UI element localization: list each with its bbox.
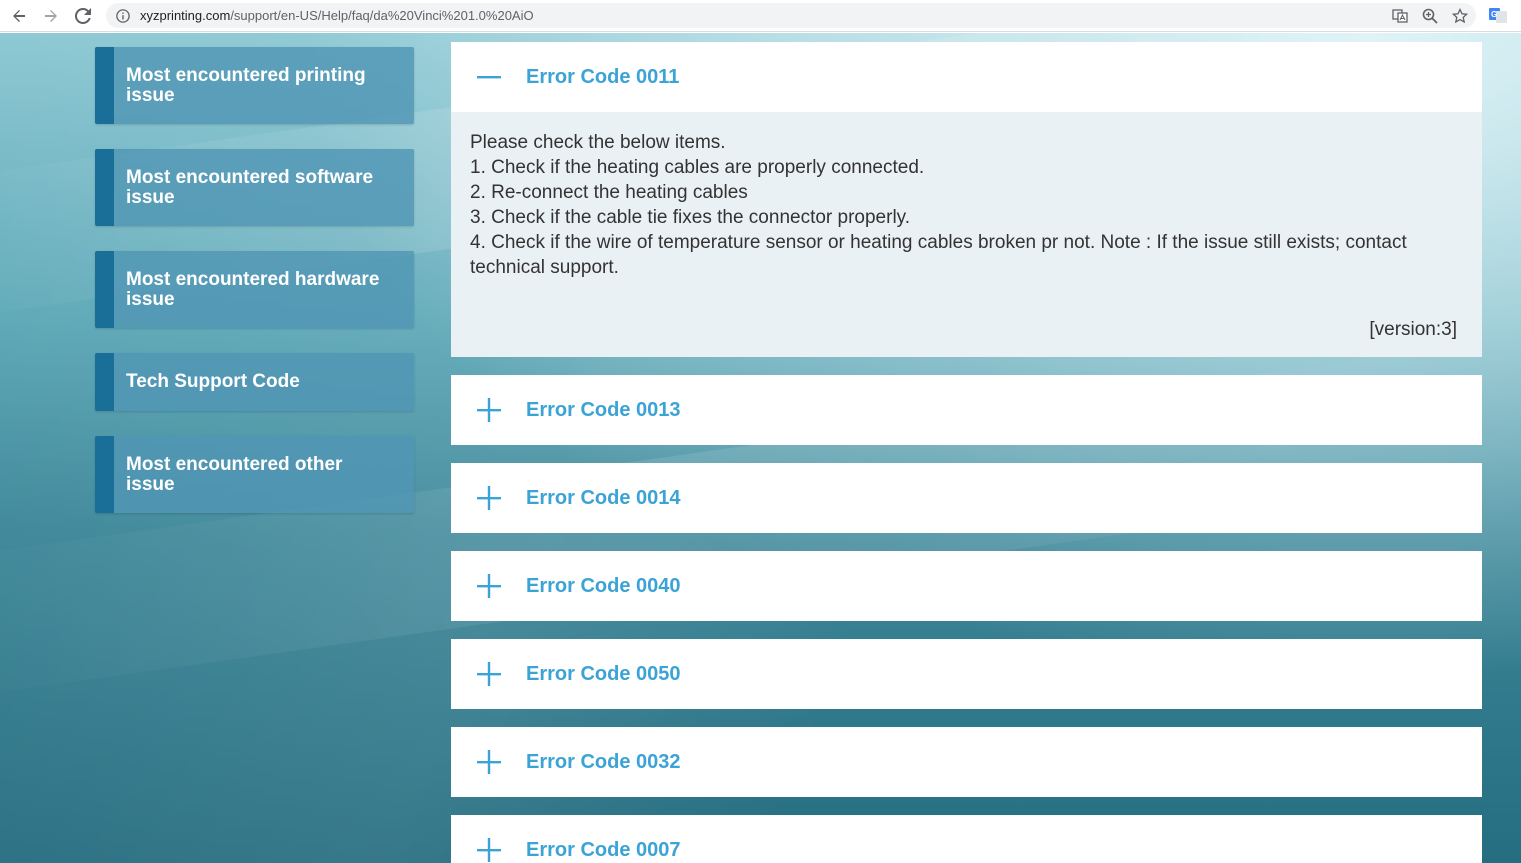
browser-toolbar: xyzprinting.com/support/en-US/Help/faq/d… (0, 0, 1521, 32)
zoom-icon[interactable] (1422, 8, 1438, 24)
accordion-title: Error Code 0011 (526, 65, 680, 88)
accordion-header[interactable]: Error Code 0050 (451, 639, 1482, 709)
plus-icon (476, 838, 501, 862)
expand-toggle[interactable] (451, 639, 526, 709)
answer-line: Please check the below items. (470, 132, 726, 153)
expand-toggle[interactable] (451, 815, 526, 863)
accordion-item: Error Code 0040 (451, 551, 1482, 621)
accordion-header[interactable]: Error Code 0011 (451, 42, 1482, 112)
expand-toggle[interactable] (451, 375, 526, 445)
sidebar-item-label: Most encountered hardware issue (126, 268, 380, 310)
accordion-title: Error Code 0013 (526, 398, 681, 421)
sidebar-item-label: Most encountered printing issue (126, 64, 366, 106)
accordion-header[interactable]: Error Code 0013 (451, 375, 1482, 445)
expand-toggle[interactable] (451, 551, 526, 621)
accordion-header[interactable]: Error Code 0040 (451, 551, 1482, 621)
arrow-right-icon (45, 10, 57, 22)
sidebar-item-label: Most encountered other issue (126, 453, 343, 495)
page-background: Most encountered printing issue Most enc… (0, 33, 1521, 863)
sidebar-item-software-issue[interactable]: Most encountered software issue (95, 149, 414, 226)
version-label: [version:3] (1369, 319, 1457, 340)
expand-toggle[interactable] (451, 727, 526, 797)
accordion-item: Error Code 0032 (451, 727, 1482, 797)
svg-text:G: G (1491, 10, 1497, 19)
plus-icon (476, 574, 501, 598)
accordion-item: Error Code 0007 (451, 815, 1482, 863)
accordion-header[interactable]: Error Code 0014 (451, 463, 1482, 533)
sidebar-item-label: Most encountered software issue (126, 166, 374, 208)
translate-icon[interactable] (1392, 8, 1408, 24)
accordion-title: Error Code 0040 (526, 574, 681, 597)
plus-icon (476, 750, 501, 774)
reload-button[interactable] (67, 0, 99, 32)
plus-icon (476, 398, 501, 422)
accordion-title: Error Code 0050 (526, 662, 681, 685)
collapse-toggle[interactable] (451, 42, 526, 112)
google-translate-extension-icon[interactable]: G (1489, 6, 1507, 24)
accordion-title: Error Code 0007 (526, 838, 681, 861)
reload-icon (75, 8, 91, 24)
accordion-header[interactable]: Error Code 0032 (451, 727, 1482, 797)
minus-icon (476, 76, 501, 79)
sidebar: Most encountered printing issue Most enc… (95, 47, 414, 538)
accordion-item: Error Code 0050 (451, 639, 1482, 709)
url-path: /support/en-US/Help/faq/da%20Vinci%201.0… (230, 8, 534, 23)
accordion-body: Please check the below items. 1. Check i… (451, 112, 1482, 357)
answer-line: 3. Check if the cable tie fixes the conn… (470, 207, 911, 228)
accordion-item-expanded: Error Code 0011 Please check the below i… (451, 42, 1482, 357)
plus-icon (476, 486, 501, 510)
url-host: xyzprinting.com (140, 8, 231, 23)
omnibox-actions (1392, 3, 1468, 28)
url-text[interactable]: xyzprinting.com/support/en-US/Help/faq/d… (140, 8, 534, 23)
sidebar-item-other-issue[interactable]: Most encountered other issue (95, 436, 414, 513)
accordion-item: Error Code 0013 (451, 375, 1482, 445)
sidebar-item-tech-support-code[interactable]: Tech Support Code (95, 353, 414, 411)
answer-line: 2. Re-connect the heating cables (470, 182, 748, 203)
accordion-title: Error Code 0014 (526, 486, 681, 509)
bookmark-star-icon[interactable] (1452, 7, 1468, 24)
sidebar-item-printing-issue[interactable]: Most encountered printing issue (95, 47, 414, 124)
forward-button[interactable] (35, 0, 67, 32)
faq-accordion: Error Code 0011 Please check the below i… (451, 42, 1482, 863)
sidebar-item-label: Tech Support Code (126, 371, 300, 392)
arrow-left-icon (13, 10, 25, 22)
info-icon[interactable] (116, 8, 130, 23)
answer-line: 1. Check if the heating cables are prope… (470, 157, 925, 178)
answer-line: 4. Check if the wire of temperature sens… (470, 232, 1407, 278)
plus-icon (476, 662, 501, 686)
back-button[interactable] (3, 0, 35, 32)
expand-toggle[interactable] (451, 463, 526, 533)
accordion-title: Error Code 0032 (526, 750, 681, 773)
address-bar[interactable]: xyzprinting.com/support/en-US/Help/faq/d… (106, 3, 1476, 28)
accordion-header[interactable]: Error Code 0007 (451, 815, 1482, 863)
accordion-item: Error Code 0014 (451, 463, 1482, 533)
sidebar-item-hardware-issue[interactable]: Most encountered hardware issue (95, 251, 414, 328)
